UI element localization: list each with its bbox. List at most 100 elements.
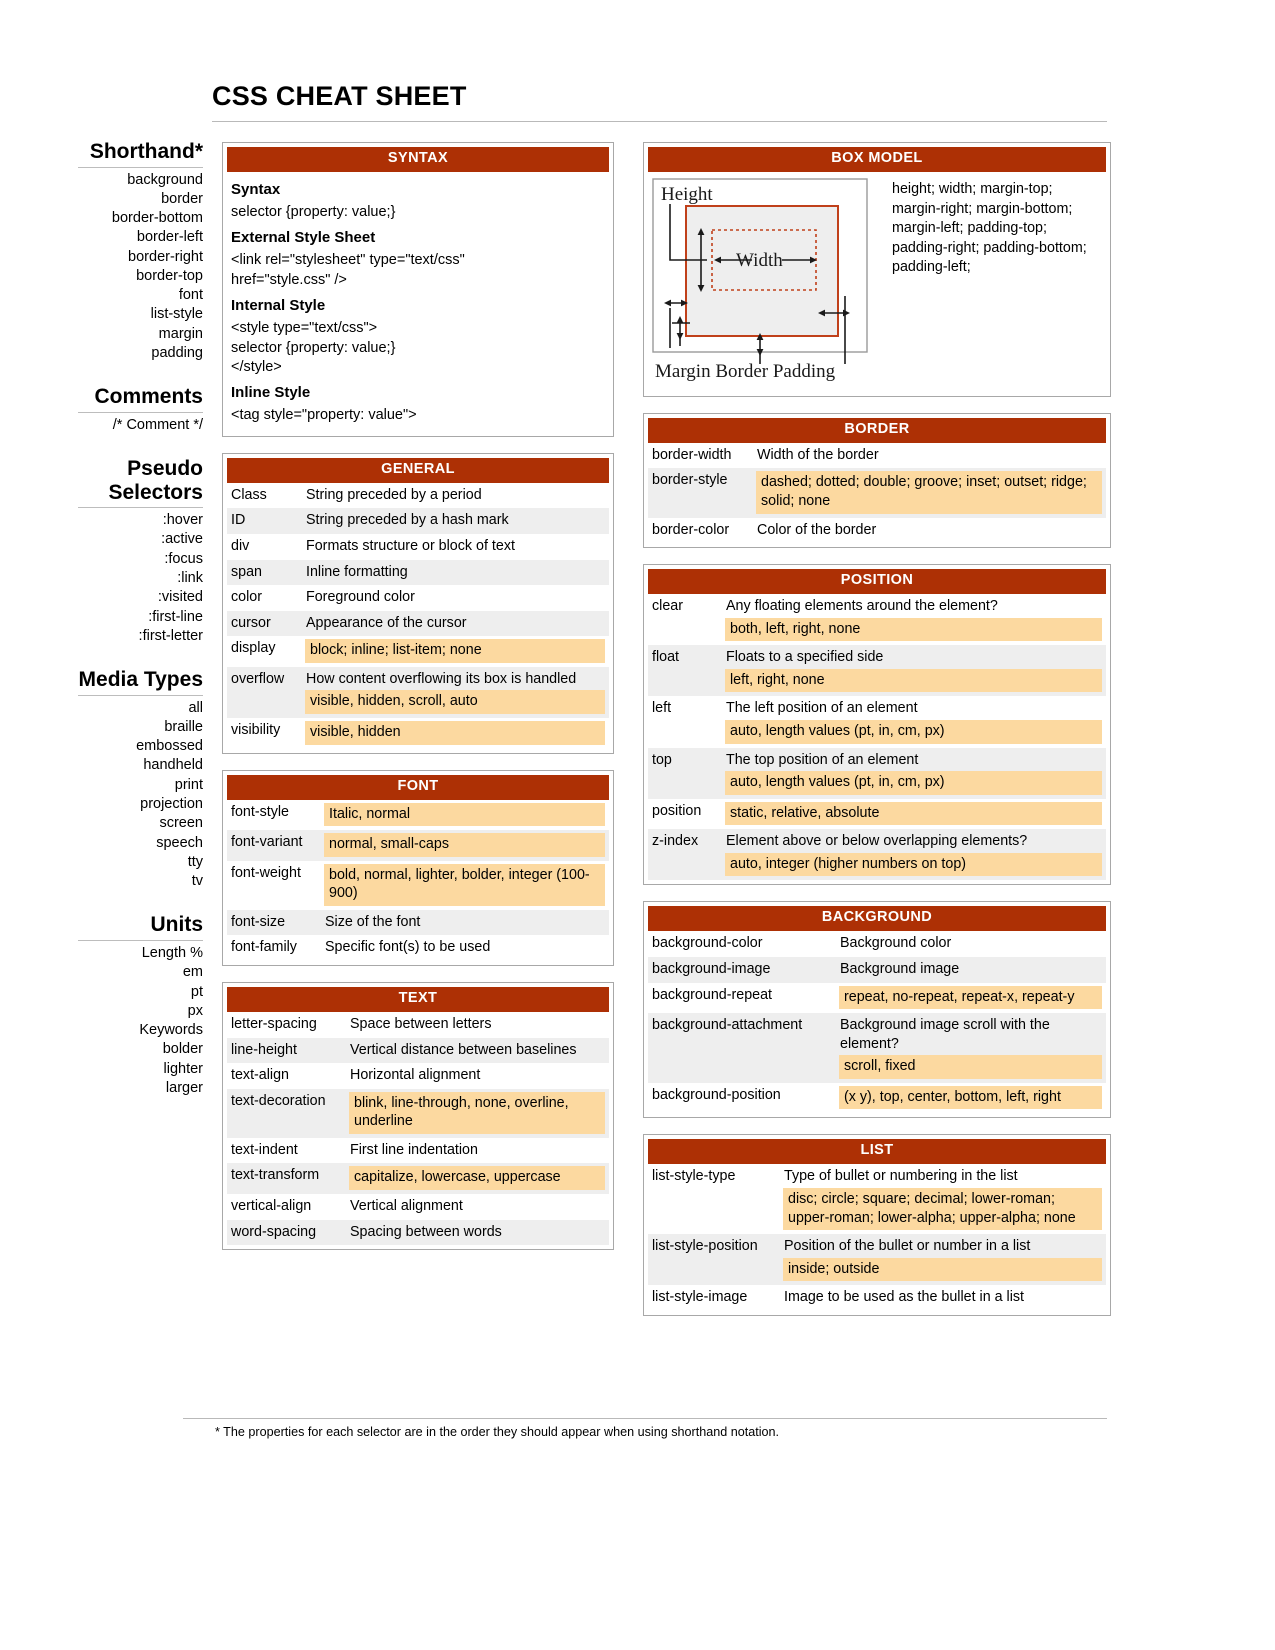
- property-description: Horizontal alignment: [350, 1067, 481, 1084]
- property-description: Color of the border: [757, 521, 877, 538]
- sidebar-item: print: [174, 776, 203, 793]
- sidebar-item: Length %: [141, 944, 203, 961]
- property-values: auto, length values (pt, in, cm, px): [725, 720, 1102, 744]
- property-description: Width of the border: [757, 446, 879, 463]
- property-detail: block; inline; list-item; none: [301, 636, 609, 667]
- property-detail: Width of the border: [752, 443, 1106, 469]
- property-detail: Position of the bullet or number in a li…: [779, 1234, 1106, 1286]
- property-detail: Spacing between words: [345, 1219, 609, 1246]
- property-description: Space between letters: [350, 1015, 492, 1032]
- box-model-diagram: Height Width Margin Border Padding: [652, 178, 880, 388]
- label-height: Height: [661, 184, 713, 205]
- table-row: font-weight bold, normal, lighter, bolder…: [227, 861, 609, 910]
- sidebar-group: Units Length % em pt px Keywords bolder lighter…: [78, 913, 203, 1098]
- property-values: scroll, fixed: [839, 1055, 1102, 1079]
- sidebar-item: background: [127, 171, 203, 188]
- sidebar-item: list-style: [150, 306, 203, 323]
- property-detail: Horizontal alignment: [345, 1063, 609, 1089]
- property-description: Spacing between words: [350, 1223, 502, 1240]
- table-border: border-width Width of the border border-st…: [648, 443, 1106, 543]
- sidebar-item: embossed: [136, 738, 203, 755]
- property-values: dashed; dotted; double; groove; inset; o…: [756, 471, 1102, 514]
- property-detail: blink, line-through, none, overline, und…: [345, 1088, 609, 1138]
- panel-title-syntax: SYNTAX: [227, 147, 609, 172]
- property-detail: Background image: [835, 957, 1106, 983]
- property-name: float: [648, 645, 721, 697]
- sidebar-item: margin: [158, 325, 203, 342]
- property-name: font-variant: [227, 830, 320, 861]
- panel-title-list: LIST: [648, 1139, 1106, 1165]
- property-detail: Foreground color: [301, 585, 609, 611]
- box-model-properties: height; width; margin-top; margin-right;…: [892, 180, 1087, 276]
- sidebar-item: tv: [191, 873, 203, 890]
- table-row: z-index Element above or below overlappin…: [648, 829, 1106, 881]
- sidebar-item: border-left: [136, 229, 203, 246]
- property-name: background-position: [652, 1086, 781, 1103]
- sidebar-item: tty: [187, 853, 203, 870]
- property-detail: Color of the border: [752, 518, 1106, 544]
- property-values: Italic, normal: [324, 802, 605, 827]
- property-detail: (x y), top, center, bottom, left, right: [835, 1083, 1106, 1114]
- property-values: left, right, none: [725, 668, 1102, 693]
- table-row: vertical-align Vertical alignment: [227, 1194, 609, 1220]
- property-name: list-style-image: [652, 1289, 748, 1306]
- sidebar-item: speech: [156, 834, 203, 851]
- page-header: CSS CHEAT SHEET: [212, 81, 1107, 122]
- property-detail: Formats structure or block of text: [301, 534, 609, 560]
- property-detail: Vertical distance between baselines: [345, 1037, 609, 1064]
- table-row: background-attachment Background image sc…: [648, 1013, 1106, 1083]
- table-row: color Foreground color: [227, 585, 609, 611]
- property-values: disc; circle; square; decimal; lower-rom…: [783, 1187, 1102, 1231]
- property-detail: First line indentation: [345, 1138, 609, 1164]
- property-detail: Element above or below overlapping eleme…: [721, 829, 1106, 881]
- property-description: Specific font(s) to be used: [325, 939, 491, 956]
- property-values: block; inline; list-item; none: [305, 639, 605, 663]
- panel-border: BORDER border-width Width of the border bo…: [643, 412, 1111, 549]
- panel-general: GENERAL Class String preceded by a period…: [222, 452, 614, 754]
- property-description: Appearance of the cursor: [306, 614, 467, 631]
- property-name: font-size: [227, 909, 320, 936]
- property-description: Vertical alignment: [350, 1198, 463, 1214]
- property-detail: Italic, normal: [320, 800, 609, 831]
- property-name: border-style: [648, 468, 752, 518]
- table-row: position static, relative, absolute: [648, 799, 1106, 830]
- property-description: Any floating elements around the element…: [726, 598, 998, 615]
- property-name: background-attachment: [648, 1013, 835, 1083]
- property-description: Formats structure or block of text: [306, 537, 515, 554]
- syntax-block-heading: Inline Style: [231, 384, 311, 402]
- property-detail: Background color: [835, 931, 1106, 957]
- table-row: font-variant normal, small-caps: [227, 830, 609, 861]
- sidebar-item: Keywords: [139, 1022, 203, 1039]
- table-row: background-color Background color: [648, 931, 1106, 957]
- property-name: line-height: [227, 1037, 345, 1064]
- property-name: color: [231, 589, 262, 606]
- panel-title-box-model: BOX MODEL: [648, 147, 1106, 172]
- property-name: text-align: [231, 1067, 290, 1084]
- property-name: z-index: [648, 829, 721, 881]
- table-row: background-image Background image: [648, 957, 1106, 983]
- sidebar-group: Shorthand* background border border-bottom b…: [78, 140, 203, 363]
- sidebar-item: :active: [161, 531, 203, 548]
- property-detail: Floats to a specified side left, right, n…: [721, 645, 1106, 697]
- table-row: top The top position of an element auto, l…: [648, 747, 1106, 799]
- property-detail: Type of bullet or numbering in the list d…: [779, 1164, 1106, 1234]
- panel-position: POSITION clear Any floating elements arou…: [643, 564, 1111, 886]
- sidebar-item: border-top: [136, 267, 203, 284]
- table-row: text-transform capitalize, lowercase, upp…: [227, 1163, 609, 1194]
- property-detail: dashed; dotted; double; groove; inset; o…: [752, 468, 1106, 518]
- sidebar-item: :link: [177, 570, 203, 586]
- property-description: Background image: [840, 961, 960, 977]
- table-row: border-color Color of the border: [648, 518, 1106, 544]
- property-values: (x y), top, center, bottom, left, right: [839, 1085, 1102, 1110]
- property-description: Type of bullet or numbering in the list: [784, 1168, 1018, 1185]
- sidebar-group: Media Types all braille embossed handheld pri…: [78, 668, 203, 891]
- property-values: visible, hidden: [305, 721, 605, 745]
- sidebar: Shorthand* background border border-bottom b…: [78, 140, 203, 1120]
- property-detail: Any floating elements around the element…: [721, 594, 1106, 645]
- table-row: float Floats to a specified side left, rig…: [648, 645, 1106, 697]
- property-name: border-width: [652, 446, 732, 463]
- table-row: word-spacing Spacing between words: [227, 1219, 609, 1246]
- sidebar-item: projection: [140, 796, 203, 813]
- table-row: list-style-type Type of bullet or numberi…: [648, 1164, 1106, 1234]
- property-detail: Space between letters: [345, 1012, 609, 1038]
